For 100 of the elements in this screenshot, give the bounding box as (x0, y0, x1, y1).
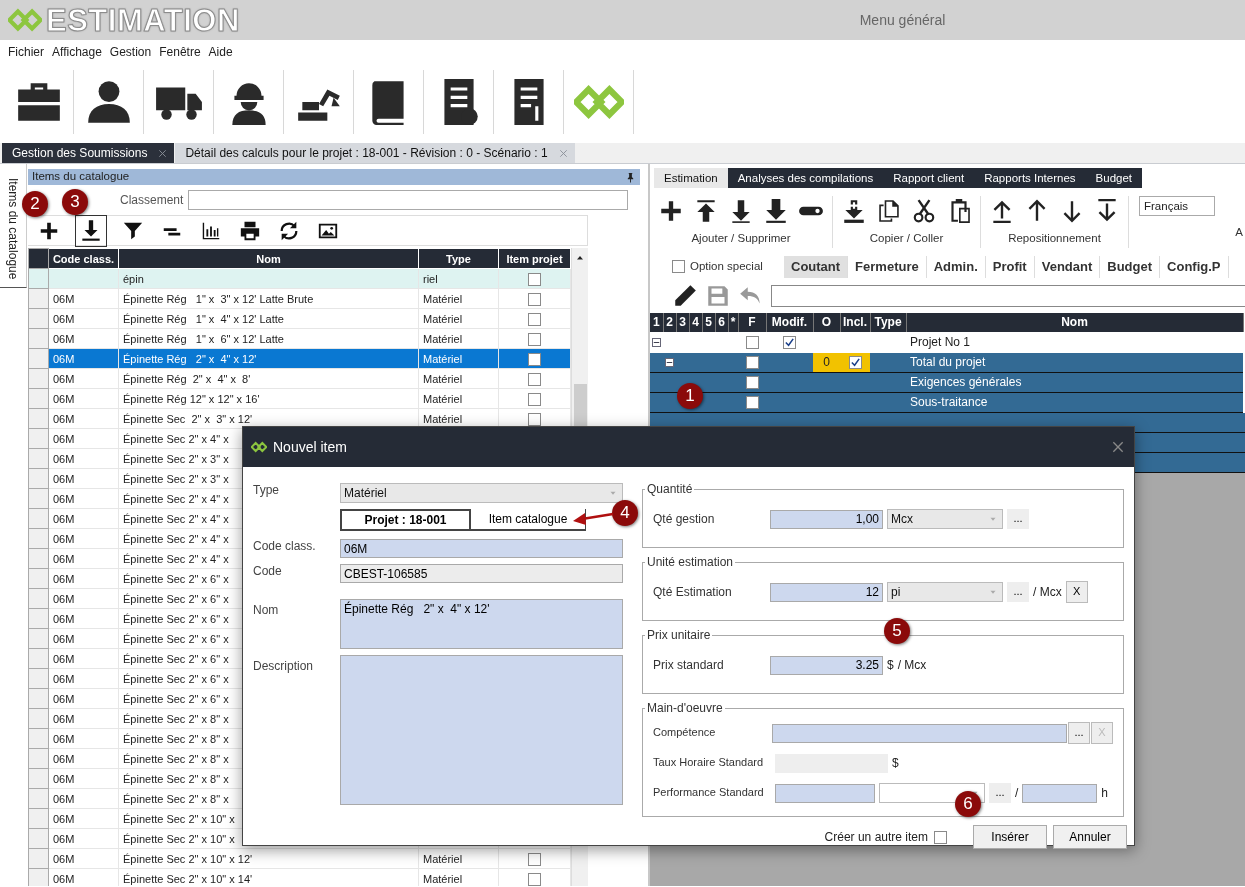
table-row[interactable]: 06M Épinette Rég 1" x 4" x 12' Latte Matériel (28, 308, 571, 329)
browse-button[interactable]: ... (1007, 582, 1029, 602)
checkbox[interactable] (528, 413, 541, 427)
column-header[interactable]: O (813, 313, 840, 332)
close-icon[interactable] (1110, 439, 1126, 455)
tab[interactable]: Rapports Internes (974, 168, 1086, 188)
tab[interactable]: Rapport client (883, 168, 975, 188)
table-row[interactable]: 06M Épinette Rég 1" x 6" x 12' Latte Matériel (28, 328, 571, 349)
checkbox[interactable] (528, 853, 541, 867)
checkbox[interactable] (528, 333, 541, 347)
tree-row[interactable]: 0 Total du projet (650, 352, 1243, 372)
view-tab[interactable]: Vendant (1034, 256, 1101, 278)
table-row[interactable]: 06M Épinette Rég 12" x 12" x 16' Matériel (28, 388, 571, 409)
menu-item[interactable]: Aide (204, 44, 237, 60)
checkbox[interactable] (528, 373, 541, 387)
copy-icon[interactable] (876, 198, 902, 224)
down-arrow-icon[interactable] (763, 198, 789, 224)
filter-field[interactable] (188, 190, 628, 210)
column-header[interactable]: Nom (906, 313, 1243, 332)
checkbox[interactable] (672, 260, 685, 274)
table-row[interactable]: 06M Épinette Rég 1" x 3" x 12' Latte Brute Matériel (28, 288, 571, 309)
tab[interactable]: Analyses des compilations (727, 168, 884, 188)
input-field[interactable]: CBEST-106585 (340, 564, 623, 583)
scissors-icon[interactable] (911, 198, 937, 224)
checkbox[interactable] (528, 313, 541, 327)
tree-row[interactable]: Projet No 1 (650, 332, 1243, 352)
number-field[interactable]: 12 (770, 582, 883, 602)
checkbox[interactable] (528, 293, 541, 307)
table-row[interactable]: 06M Épinette Sec 2" x 10" x 14' Matériel (28, 868, 571, 886)
unit-select[interactable]: pi (887, 582, 1003, 602)
menu-item[interactable]: Fenêtre (155, 44, 205, 60)
checkbox[interactable] (934, 830, 947, 844)
table-cell: 06M (48, 568, 119, 589)
language-select[interactable]: Français (1139, 196, 1215, 216)
save-icon[interactable] (705, 283, 731, 309)
menu-item[interactable]: Affichage (48, 44, 106, 60)
checkbox[interactable] (528, 393, 541, 407)
table-row[interactable]: 06M Épinette Rég 2" x 4" x 8' Matériel (28, 368, 571, 389)
column-header[interactable]: Code class. (48, 248, 119, 269)
checkbox[interactable] (848, 356, 862, 370)
input-field[interactable] (772, 723, 1067, 743)
view-tab[interactable]: Config.P (1160, 256, 1229, 278)
document-tab[interactable]: Détail des calculs pour le projet : 18-001 - Révision : 0 - Scénario : 1 (175, 143, 575, 163)
tab[interactable]: Estimation (654, 168, 728, 188)
view-tab[interactable]: Fermeture (848, 256, 927, 278)
menu-item[interactable]: Gestion (105, 44, 156, 60)
toggle-button[interactable]: Item catalogue (471, 509, 586, 531)
number-field[interactable]: 3.25 (770, 655, 883, 675)
unit-select[interactable]: Mcx (887, 509, 1003, 529)
checkbox[interactable] (745, 356, 759, 370)
input-field[interactable]: 06M (340, 539, 623, 558)
type-select[interactable]: Matériel (340, 483, 623, 503)
window-title: Menu général (858, 11, 947, 29)
formula-field[interactable] (771, 285, 1245, 307)
toggle-button[interactable]: Projet : 18-001 (340, 509, 471, 531)
column-header[interactable]: Type (418, 248, 499, 269)
checkbox[interactable] (528, 873, 541, 886)
column-header[interactable]: 1 (650, 313, 663, 332)
dialog-button[interactable]: Insérer (973, 825, 1047, 849)
column-header[interactable]: Nom (118, 248, 419, 269)
checkbox[interactable] (745, 396, 759, 410)
checkbox[interactable] (745, 335, 759, 349)
checkbox[interactable] (528, 273, 541, 287)
view-tab[interactable]: Coutant (784, 256, 849, 278)
table-row[interactable]: 06M Épinette Rég 2" x 4" x 12' Matériel (28, 348, 571, 369)
tab[interactable]: Budget (1085, 168, 1143, 188)
number-field[interactable]: 1,00 (770, 509, 883, 529)
table-row[interactable]: 06M Épinette Sec 2" x 10" x 12' Matériel (28, 848, 571, 869)
column-header[interactable]: Item projet (498, 248, 571, 269)
expander-icon[interactable] (652, 337, 661, 347)
column-header[interactable]: F (738, 313, 766, 332)
close-icon[interactable] (157, 147, 169, 159)
checkbox[interactable] (745, 376, 759, 390)
pin-icon[interactable] (625, 171, 636, 183)
clear-button[interactable]: X (1065, 581, 1088, 603)
column-header[interactable]: Type (870, 313, 906, 332)
download-icon[interactable] (841, 198, 867, 224)
expander-icon[interactable] (665, 358, 674, 368)
name-field[interactable]: Épinette Rég 2" x 4" x 12' (340, 599, 623, 649)
input-field[interactable] (775, 783, 875, 803)
browse-button[interactable]: ... (989, 783, 1011, 803)
browse-button[interactable]: ... (1007, 509, 1029, 529)
view-tab[interactable]: Budget (1100, 256, 1161, 278)
description-field[interactable] (340, 655, 623, 805)
view-tab[interactable]: Admin. (926, 256, 986, 278)
document-tab[interactable]: Gestion des Soumissions (2, 143, 175, 163)
menu-item[interactable]: Fichier (4, 44, 48, 60)
table-cell: Sous-traitance (906, 392, 1243, 412)
column-header[interactable]: Incl. (840, 313, 870, 332)
plus-icon[interactable] (658, 198, 684, 224)
checkbox[interactable] (528, 353, 541, 367)
table-cell: 06M (48, 808, 119, 829)
dialog-button[interactable]: Annuler (1053, 825, 1127, 849)
column-header[interactable]: * (728, 313, 738, 332)
checkbox[interactable] (783, 335, 796, 349)
column-header[interactable]: Modif. (766, 313, 813, 332)
pencil-icon[interactable] (672, 283, 698, 309)
input-field[interactable] (1022, 783, 1098, 803)
view-tab[interactable]: Profit (985, 256, 1035, 278)
download-icon[interactable] (75, 214, 107, 247)
